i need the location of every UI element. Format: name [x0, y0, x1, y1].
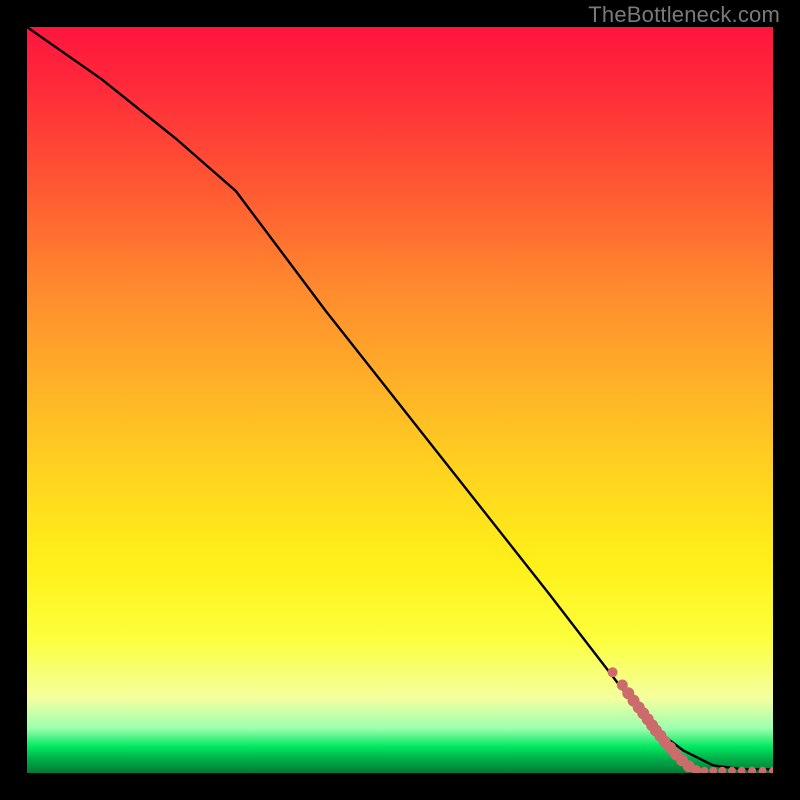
data-point-marker — [700, 767, 708, 773]
data-point-marker — [709, 767, 717, 773]
plot-area — [27, 27, 773, 773]
plot-overlay-svg — [27, 27, 773, 773]
data-point-marker — [759, 767, 767, 773]
data-point-marker — [769, 767, 773, 773]
data-point-marker — [608, 667, 618, 677]
watermark-text: TheBottleneck.com — [588, 2, 780, 28]
bottleneck-curve — [27, 27, 773, 769]
data-point-marker — [748, 767, 756, 773]
chart-frame: TheBottleneck.com — [0, 0, 800, 800]
data-markers — [608, 667, 773, 773]
